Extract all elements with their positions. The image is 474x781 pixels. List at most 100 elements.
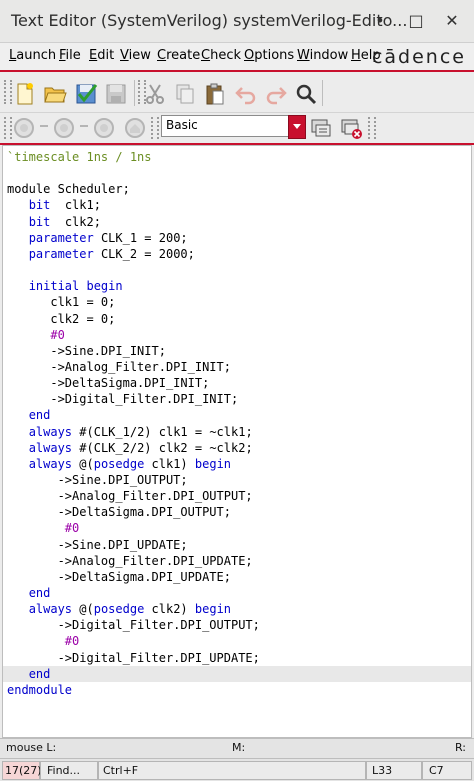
code-line: ->DeltaSigma.DPI_OUTPUT; — [7, 504, 231, 520]
code-token: clk1; — [50, 198, 101, 212]
shortcut-cell: Ctrl+F — [98, 761, 366, 780]
menu-mnemonic: O — [244, 48, 255, 63]
code-token-num: #0 — [50, 328, 65, 342]
code-line: clk1 = 0; — [7, 294, 115, 310]
open-folder-icon[interactable] — [43, 82, 67, 106]
code-line: #0 — [7, 520, 79, 536]
minimize-button[interactable]: • — [368, 8, 392, 34]
code-line: #0 — [7, 327, 65, 343]
code-token: clk1 = 0; — [7, 295, 116, 309]
code-token: ->Sine.DPI_UPDATE; — [7, 538, 188, 552]
code-token-num: #0 — [64, 634, 80, 648]
toolbar-grip[interactable] — [368, 117, 376, 139]
menu-label: ile — [65, 48, 81, 63]
toolbar-grip[interactable] — [4, 117, 12, 139]
menu-mnemonic: E — [89, 48, 98, 63]
code-token-kw: end — [28, 667, 51, 681]
cut-icon — [146, 84, 164, 104]
search-icon[interactable] — [294, 82, 318, 106]
code-token-kw: always — [28, 602, 73, 616]
menu-item-edit[interactable]: Edit — [89, 48, 114, 63]
code-token-kw: posedge — [93, 457, 145, 471]
code-token: ->DeltaSigma.DPI_UPDATE; — [7, 570, 231, 584]
menu-label: iew — [128, 48, 151, 63]
code-token: ->Digital_Filter.DPI_UPDATE; — [7, 651, 260, 665]
code-line: always @(posedge clk2) begin — [7, 601, 231, 617]
menu-item-view[interactable]: View — [120, 48, 151, 63]
code-editor[interactable]: `timescale 1ns / 1ns module Scheduler; bi… — [2, 145, 472, 738]
code-line: ->Digital_Filter.DPI_UPDATE; — [7, 650, 260, 666]
code-line: ->Digital_Filter.DPI_INIT; — [7, 391, 238, 407]
copy-icon — [176, 84, 194, 104]
code-token-kw: parameter — [28, 247, 94, 261]
line-cell: L33 — [366, 761, 422, 780]
menu-item-window[interactable]: Window — [297, 48, 348, 63]
code-token-num: #0 — [64, 521, 80, 535]
layer-palette-icon[interactable] — [309, 116, 333, 140]
code-line: `timescale 1ns / 1ns — [7, 149, 152, 165]
find-button[interactable]: Find... — [47, 764, 80, 777]
code-token: #(CLK_1/2) clk1 = ~clk1; — [72, 425, 253, 439]
code-token: ->Digital_Filter.DPI_OUTPUT; — [7, 618, 260, 632]
find-cell[interactable]: Find... — [40, 761, 98, 780]
code-token-kw: parameter — [28, 231, 94, 245]
code-token-kw: end — [28, 408, 51, 422]
mouse-right-label: R: — [455, 741, 467, 754]
redo-icon — [266, 87, 287, 105]
title-bar: Text Editor (SystemVerilog) systemVerilo… — [0, 0, 474, 43]
toolbar-separator — [134, 80, 135, 106]
layer-remove-icon[interactable] — [339, 116, 363, 140]
toolbar-grip[interactable] — [151, 117, 159, 139]
code-token: module Scheduler; — [7, 182, 130, 196]
chevron-down-icon[interactable] — [288, 115, 306, 139]
menu-mnemonic: C — [157, 48, 167, 63]
save-disabled-icon — [106, 84, 126, 104]
code-token-dir: `timescale 1ns / 1ns — [7, 150, 152, 164]
code-token: ->Sine.DPI_INIT; — [7, 344, 166, 358]
menu-item-options[interactable]: Options — [244, 48, 294, 63]
new-file-icon[interactable] — [13, 82, 37, 106]
paste-icon[interactable] — [203, 82, 227, 106]
code-line: always #(CLK_2/2) clk2 = ~clk2; — [7, 440, 253, 456]
window-title: Text Editor (SystemVerilog) systemVerilo… — [11, 11, 408, 30]
toolbar-grip[interactable] — [4, 80, 12, 104]
code-token: ->DeltaSigma.DPI_INIT; — [7, 376, 210, 390]
menu-item-launch[interactable]: Launch — [9, 48, 56, 63]
maximize-button[interactable]: □ — [404, 8, 428, 34]
code-token-kw: initial begin — [28, 279, 123, 293]
code-token-kw: posedge — [93, 602, 145, 616]
cadence-logo: cādence — [371, 46, 466, 68]
code-token: ->Analog_Filter.DPI_INIT; — [7, 360, 231, 374]
column-number: C7 — [429, 764, 444, 777]
menu-label: ptions — [254, 48, 295, 63]
menu-label: dit — [97, 48, 115, 63]
menu-item-check[interactable]: Check — [201, 48, 241, 63]
close-button[interactable]: ✕ — [440, 8, 464, 34]
menu-item-file[interactable]: File — [59, 48, 81, 63]
dash-divider — [40, 125, 48, 127]
line-number: L33 — [372, 764, 393, 777]
code-token: clk1) — [144, 457, 195, 471]
code-line: ->Sine.DPI_OUTPUT; — [7, 472, 188, 488]
editor-status-bar: 17(27) Find... Ctrl+F L33 C7 — [0, 758, 474, 781]
code-token-kw: bit — [28, 215, 51, 229]
code-token-kw: always — [28, 441, 73, 455]
menu-item-create[interactable]: Create — [157, 48, 200, 63]
menu-label: aunch — [16, 48, 57, 63]
layer-select[interactable]: Basic — [161, 115, 306, 139]
code-token: @( — [72, 457, 94, 471]
current-line-highlight — [3, 666, 471, 682]
code-token: clk2 = 0; — [7, 312, 116, 326]
menu-mnemonic: H — [351, 48, 361, 63]
check-save-icon[interactable] — [74, 82, 98, 106]
code-line: bit clk2; — [7, 214, 101, 230]
